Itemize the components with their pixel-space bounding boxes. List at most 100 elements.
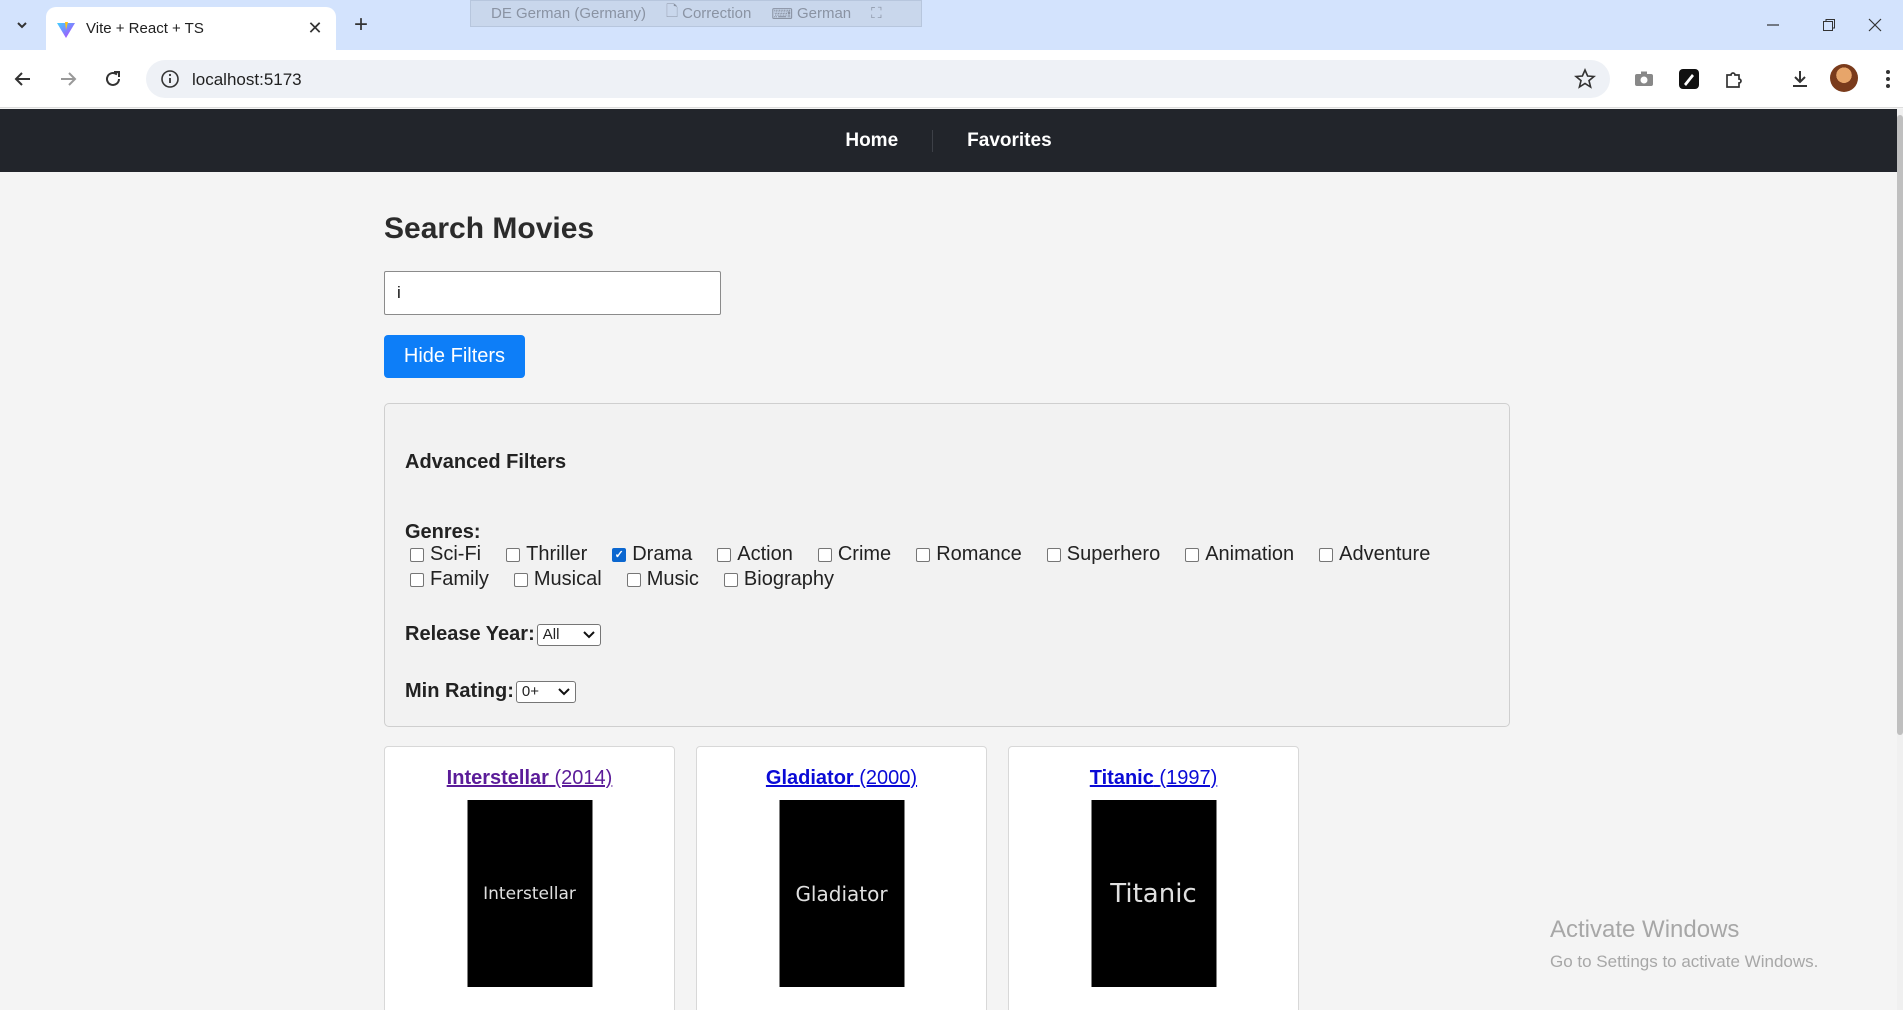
movie-year: (2014) bbox=[554, 767, 613, 789]
min-rating-filter: Min Rating: 0+ bbox=[405, 680, 576, 703]
movie-link[interactable]: Interstellar (2014) bbox=[447, 767, 613, 789]
scrollbar-thumb[interactable] bbox=[1897, 115, 1903, 735]
ime-correction[interactable]: 🗋 Correction bbox=[666, 1, 751, 26]
genre-option[interactable]: ✓ Drama bbox=[607, 543, 692, 565]
ime-language[interactable]: DE German (Germany) bbox=[491, 5, 646, 22]
reload-button[interactable] bbox=[98, 64, 128, 94]
movie-link[interactable]: Gladiator (2000) bbox=[766, 767, 917, 789]
download-icon bbox=[1793, 71, 1807, 87]
hide-filters-button[interactable]: Hide Filters bbox=[384, 335, 525, 378]
genre-option[interactable]: Romance bbox=[911, 543, 1022, 565]
genre-label: Sci-Fi bbox=[430, 543, 482, 565]
min-rating-label: Min Rating: bbox=[405, 680, 514, 702]
genre-label: Adventure bbox=[1339, 543, 1431, 565]
ime-expand-icon[interactable]: ⛶ bbox=[871, 5, 882, 22]
movie-poster[interactable]: Interstellar bbox=[467, 800, 592, 987]
nav-home-link[interactable]: Home bbox=[811, 130, 932, 152]
genre-option[interactable]: Music bbox=[622, 568, 699, 590]
ime-keyboard[interactable]: ⌨ German bbox=[771, 5, 851, 23]
bookmark-star-icon[interactable] bbox=[1574, 68, 1596, 90]
filters-title: Advanced Filters bbox=[405, 451, 567, 473]
genre-option[interactable]: Musical bbox=[509, 568, 602, 590]
movie-poster[interactable]: Gladiator bbox=[779, 800, 904, 987]
close-window-button[interactable] bbox=[1847, 0, 1903, 50]
genre-label: Superhero bbox=[1066, 543, 1161, 565]
site-info-icon[interactable] bbox=[160, 69, 180, 89]
genre-checkbox[interactable] bbox=[626, 572, 641, 587]
genre-checkbox[interactable] bbox=[916, 547, 931, 562]
genre-label: Thriller bbox=[526, 543, 588, 565]
genre-option[interactable]: Sci-Fi bbox=[405, 543, 482, 565]
genre-checkbox[interactable] bbox=[410, 572, 424, 587]
genre-checkbox[interactable] bbox=[723, 572, 738, 587]
app-navbar: Home Favorites bbox=[0, 109, 1897, 172]
arrow-right-icon bbox=[61, 72, 77, 86]
genre-label: Musical bbox=[533, 568, 602, 590]
ime-keyboard-label: German bbox=[796, 5, 852, 22]
downloads-button[interactable] bbox=[1785, 64, 1815, 94]
advanced-filters-panel: Advanced Filters Genres: Sci-Fi Thriller ✓… bbox=[384, 403, 1510, 727]
release-year-select[interactable]: All bbox=[536, 623, 601, 646]
watermark-title: Activate Windows bbox=[1550, 916, 1740, 943]
movie-title: Gladiator (2000) bbox=[697, 767, 986, 790]
tab-search-button[interactable] bbox=[9, 12, 35, 38]
genre-option[interactable]: Superhero bbox=[1042, 543, 1161, 565]
genre-checkbox[interactable] bbox=[513, 572, 528, 587]
genre-option[interactable]: Action bbox=[712, 543, 793, 565]
movie-link[interactable]: Titanic (1997) bbox=[1090, 767, 1217, 789]
movie-name: Titanic bbox=[1089, 767, 1154, 789]
extensions-button[interactable] bbox=[1719, 64, 1749, 94]
watermark-subtitle: Go to Settings to activate Windows. bbox=[1550, 952, 1819, 971]
tab-title: Vite + React + TS bbox=[86, 20, 204, 37]
page-title: Search Movies bbox=[384, 212, 595, 245]
genre-checkbox[interactable] bbox=[717, 547, 732, 562]
movie-card-list: Interstellar (2014) Interstellar Gladiator… bbox=[384, 746, 1299, 1010]
nav-favorites-link[interactable]: Favorites bbox=[933, 130, 1085, 152]
genre-label: Music bbox=[646, 568, 699, 590]
genre-option[interactable]: Crime bbox=[813, 543, 892, 565]
min-rating-select[interactable]: 0+ bbox=[515, 680, 576, 703]
genre-option[interactable]: Animation bbox=[1180, 543, 1294, 565]
genre-option[interactable]: Adventure bbox=[1314, 543, 1431, 565]
genre-label: Crime bbox=[837, 543, 892, 565]
browser-tab[interactable]: Vite + React + TS ✕ bbox=[46, 7, 336, 50]
minimize-button[interactable] bbox=[1745, 0, 1801, 50]
address-bar[interactable]: localhost:5173 bbox=[146, 60, 1610, 98]
genre-checkbox[interactable] bbox=[1185, 547, 1200, 562]
genre-option[interactable]: Thriller bbox=[501, 543, 588, 565]
movie-poster[interactable]: Titanic bbox=[1091, 800, 1216, 987]
movie-title: Interstellar (2014) bbox=[385, 767, 674, 790]
genre-checkbox[interactable] bbox=[1046, 547, 1061, 562]
genre-label: Biography bbox=[743, 568, 834, 590]
release-year-label: Release Year: bbox=[405, 623, 535, 645]
pen-extension-button[interactable] bbox=[1674, 64, 1704, 94]
search-input[interactable] bbox=[384, 271, 721, 315]
movie-card: Interstellar (2014) Interstellar bbox=[384, 746, 675, 1010]
back-button[interactable] bbox=[8, 64, 38, 94]
menu-button[interactable] bbox=[1873, 64, 1903, 94]
arrow-left-icon bbox=[14, 72, 30, 86]
chevron-down-icon bbox=[583, 630, 595, 638]
genre-checkbox[interactable] bbox=[506, 547, 521, 562]
genre-label: Family bbox=[430, 568, 489, 590]
movie-year: (2000) bbox=[859, 767, 918, 789]
release-year-value: All bbox=[542, 626, 560, 643]
genre-checkbox[interactable] bbox=[410, 547, 424, 562]
page-scrollbar[interactable] bbox=[1897, 109, 1903, 1010]
new-tab-button[interactable]: + bbox=[348, 11, 374, 38]
genre-option[interactable]: Biography bbox=[719, 568, 834, 590]
camera-extension-button[interactable] bbox=[1629, 64, 1659, 94]
genre-checkbox[interactable]: ✓ bbox=[612, 547, 627, 562]
genres-label: Genres: bbox=[405, 521, 481, 543]
profile-avatar[interactable] bbox=[1830, 64, 1858, 92]
chevron-down-icon bbox=[17, 22, 27, 29]
ime-toolbar: DE German (Germany) 🗋 Correction ⌨ Germa… bbox=[470, 0, 922, 27]
genre-checkbox[interactable] bbox=[817, 547, 832, 562]
genre-checkbox[interactable] bbox=[1319, 547, 1334, 562]
genre-option[interactable]: Family bbox=[405, 568, 489, 590]
forward-button[interactable] bbox=[53, 64, 83, 94]
puzzle-icon bbox=[1726, 72, 1742, 88]
movie-name: Interstellar bbox=[446, 767, 549, 789]
close-tab-icon[interactable]: ✕ bbox=[304, 17, 326, 39]
min-rating-value: 0+ bbox=[521, 683, 539, 700]
